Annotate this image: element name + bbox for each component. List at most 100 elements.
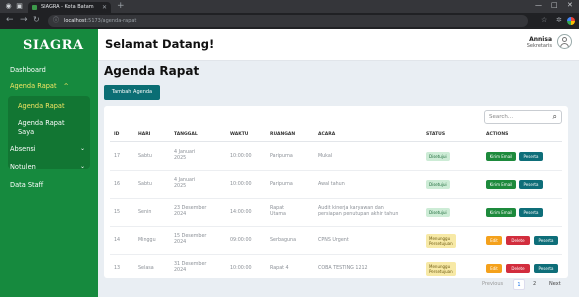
- cell-ruangan: Paripurna: [270, 182, 293, 187]
- subitem-saya-label[interactable]: Saya: [8, 128, 90, 136]
- url-field[interactable]: ⓘ localhost:5173/agenda-rapat: [48, 15, 528, 27]
- cell-acara: Audit kinerja karyawan dan persiapan penu…: [318, 206, 399, 217]
- site-info-icon[interactable]: ⓘ: [53, 15, 59, 27]
- table-row: 14 Minggu 15 Desember 2024 09:00:00 Serba…: [110, 227, 562, 255]
- back-icon[interactable]: ←: [6, 15, 14, 25]
- subitem-agenda-rapat[interactable]: Agenda Rapat: [8, 102, 90, 110]
- favicon-icon: [32, 5, 37, 10]
- peserta-button[interactable]: Peserta: [519, 208, 543, 217]
- sidebar-item-label: Dashboard: [10, 66, 46, 74]
- status-badge: Disetujui: [426, 208, 450, 217]
- kirim-email-button[interactable]: Kirim Email: [486, 180, 516, 189]
- column-header-status: STATUS: [426, 132, 446, 137]
- welcome-heading: Selamat Datang!: [105, 37, 215, 51]
- user-icon-body: [560, 43, 569, 48]
- add-agenda-button[interactable]: Tambah Agenda: [104, 85, 160, 100]
- status-badge: Disetujui: [426, 152, 450, 161]
- kirim-email-button[interactable]: Kirim Email: [486, 152, 516, 161]
- sidebar-item-label: Agenda Rapat: [10, 82, 57, 90]
- cell-waktu: 14:00:00: [230, 210, 252, 215]
- bookmark-star-icon[interactable]: ☆: [541, 16, 547, 24]
- kirim-email-button[interactable]: Kirim Email: [486, 208, 516, 217]
- sidebar-item-label: Absensi: [10, 145, 36, 153]
- sidebar-submenu: Agenda Rapat Agenda Rapat Saya: [8, 96, 90, 169]
- chevron-down-icon: ⌄: [79, 145, 85, 152]
- browser-tab[interactable]: SIAGRA - Kota Batam ✕: [28, 2, 111, 13]
- agenda-table-card: Search... ⌕ ID HARI TANGGAL WAKTU RUANGA…: [104, 106, 568, 278]
- search-input[interactable]: Search... ⌕: [484, 110, 562, 124]
- column-header-actions: ACTIONS: [486, 132, 509, 137]
- tab-search-icon[interactable]: ▣: [15, 2, 24, 11]
- sidebar-item-agenda-rapat[interactable]: Agenda Rapat ^: [0, 82, 98, 90]
- peserta-button[interactable]: Peserta: [534, 236, 558, 245]
- sidebar-item-label: Data Staff: [10, 181, 44, 189]
- column-header-acara: ACARA: [318, 132, 336, 137]
- sidebar-item-dashboard[interactable]: Dashboard: [0, 66, 98, 74]
- cell-hari: Sabtu: [138, 182, 152, 187]
- profile-icon[interactable]: [567, 17, 575, 25]
- close-window-icon[interactable]: ✕: [567, 1, 573, 9]
- cell-tanggal: 4 Januari 2025: [174, 178, 196, 189]
- column-header-ruangan: RUANGAN: [270, 132, 296, 137]
- edit-button[interactable]: Edit: [486, 264, 502, 273]
- top-header: Selamat Datang! Annisa Sekretaris: [98, 29, 579, 61]
- delete-button[interactable]: Delete: [506, 236, 530, 245]
- table-row: 16 Sabtu 4 Januari 2025 10:00:00 Paripurn…: [110, 171, 562, 199]
- cell-id: 16: [114, 182, 121, 187]
- url-path: :5173/agenda-rapat: [86, 18, 137, 24]
- chevron-up-icon: ^: [63, 83, 69, 90]
- cell-id: 17: [114, 154, 121, 159]
- cell-tanggal: 23 Desember 2024: [174, 206, 207, 217]
- cell-waktu: 10:00:00: [230, 154, 252, 159]
- browser-tab-bar: ◉ ▣ SIAGRA - Kota Batam ✕ + — □ ✕: [0, 0, 579, 13]
- cell-ruangan: Rapat Utama: [270, 206, 286, 217]
- sidebar-item-data-staff[interactable]: Data Staff: [0, 181, 98, 189]
- cell-acara: Awal tahun: [318, 182, 345, 187]
- cell-ruangan: Paripurna: [270, 154, 293, 159]
- cell-tanggal: 31 Desember 2024: [174, 262, 207, 273]
- extension-icon[interactable]: ✲: [556, 16, 562, 24]
- pagination-page-1[interactable]: 1: [513, 279, 525, 290]
- status-badge: Menunggu Persetujuan: [426, 234, 456, 248]
- chevron-down-icon: ⌄: [79, 163, 85, 170]
- cell-acara: Mukal: [318, 154, 333, 159]
- status-badge: Menunggu Persetujuan: [426, 262, 456, 276]
- sidebar: SIAGRA Dashboard Agenda Rapat ^ Agenda R…: [0, 29, 98, 297]
- pagination-next[interactable]: Next: [549, 279, 561, 290]
- peserta-button[interactable]: Peserta: [534, 264, 558, 273]
- subitem-agenda-rapat-saya[interactable]: Agenda Rapat: [8, 119, 90, 127]
- sidebar-item-notulen[interactable]: Notulen ⌄: [0, 163, 98, 171]
- reload-icon[interactable]: ↻: [33, 15, 40, 24]
- avatar[interactable]: [557, 34, 572, 49]
- peserta-button[interactable]: Peserta: [519, 180, 543, 189]
- minimize-icon[interactable]: —: [535, 1, 542, 9]
- cell-waktu: 10:00:00: [230, 182, 252, 187]
- browser-menu-icon[interactable]: ◉: [4, 2, 13, 11]
- search-placeholder: Search...: [489, 114, 514, 120]
- subitem-label: Agenda Rapat: [18, 119, 65, 127]
- cell-id: 13: [114, 266, 121, 271]
- sidebar-item-absensi[interactable]: Absensi ⌄: [0, 145, 98, 153]
- subitem-label: Saya: [18, 128, 35, 136]
- forward-icon[interactable]: →: [20, 15, 28, 25]
- page-title: Agenda Rapat: [104, 64, 200, 78]
- delete-button[interactable]: Delete: [506, 264, 530, 273]
- tab-close-icon[interactable]: ✕: [102, 2, 107, 13]
- edit-button[interactable]: Edit: [486, 236, 502, 245]
- search-icon[interactable]: ⌕: [553, 111, 557, 123]
- brand-logo: SIAGRA: [23, 38, 84, 53]
- cell-acara: COBA TESTING 1212: [318, 266, 368, 271]
- pagination-page-2[interactable]: 2: [533, 279, 536, 290]
- pagination-previous[interactable]: Previous: [482, 279, 503, 290]
- new-tab-icon[interactable]: +: [117, 1, 125, 11]
- cell-ruangan: Rapat 4: [270, 266, 289, 271]
- table-row: 15 Senin 23 Desember 2024 14:00:00 Rapat U…: [110, 199, 562, 227]
- maximize-icon[interactable]: □: [551, 1, 558, 9]
- sidebar-item-label: Notulen: [10, 163, 36, 171]
- cell-tanggal: 15 Desember 2024: [174, 234, 207, 245]
- peserta-button[interactable]: Peserta: [519, 152, 543, 161]
- url-host: localhost: [64, 18, 87, 24]
- cell-id: 15: [114, 210, 121, 215]
- status-badge: Disetujui: [426, 180, 450, 189]
- cell-hari: Senin: [138, 210, 152, 215]
